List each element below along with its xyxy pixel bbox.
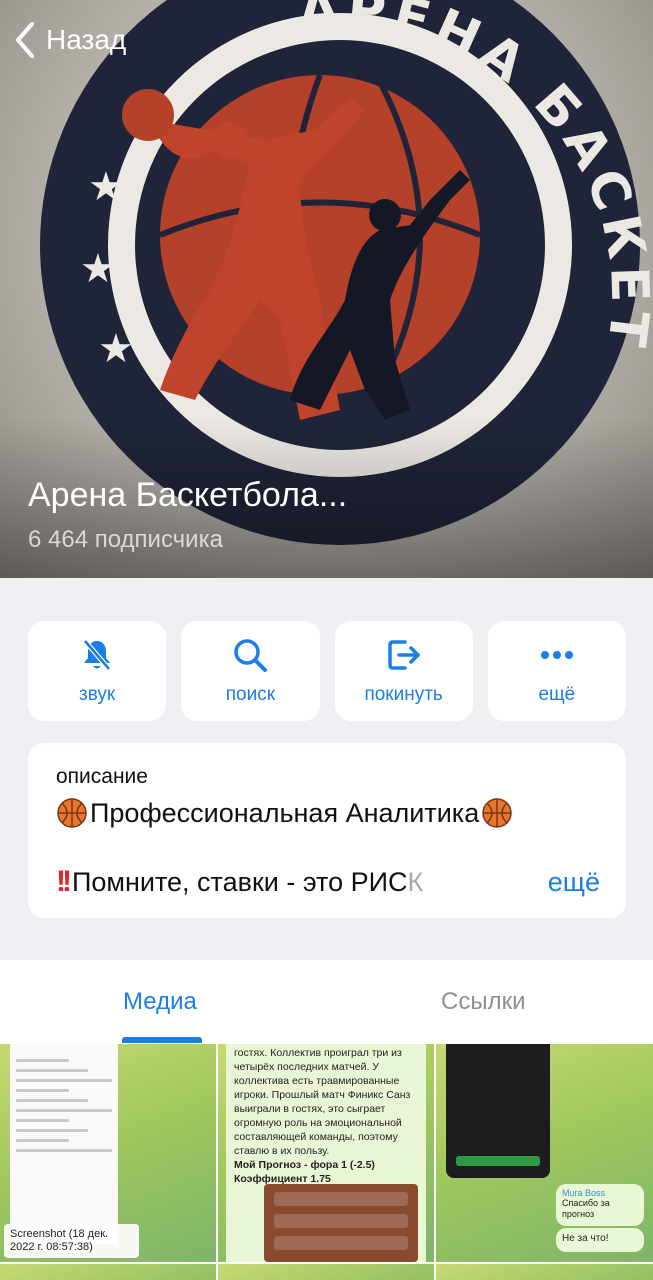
action-bar: звук поиск покинуть ещё bbox=[28, 621, 626, 721]
back-button[interactable]: Назад bbox=[12, 18, 126, 62]
chat-reply: Не за что! bbox=[556, 1228, 644, 1252]
search-label: поиск bbox=[225, 684, 276, 705]
description-headline: Профессиональная Аналитика bbox=[90, 797, 480, 828]
tab-links[interactable]: Ссылки bbox=[441, 988, 526, 1016]
media-item-row2[interactable] bbox=[0, 1264, 216, 1280]
screenshot-caption: Screenshot (18 дек. 2022 г. 08:57:38) bbox=[4, 1224, 139, 1258]
media-grid: Screenshot (18 дек. 2022 г. 08:57:38) го… bbox=[0, 1044, 653, 1280]
description-fade: К bbox=[407, 866, 424, 897]
search-icon bbox=[234, 639, 268, 672]
chevron-left-icon bbox=[16, 22, 34, 58]
leave-label: покинуть bbox=[364, 684, 443, 705]
phone-screenshot-thumbnail bbox=[446, 1044, 550, 1178]
media-item[interactable]: гостях. Коллектив проиграл три из четырё… bbox=[218, 1044, 434, 1262]
search-button[interactable]: поиск bbox=[181, 621, 320, 721]
description-card: описание Профессиональная Аналитика !! П… bbox=[28, 743, 626, 918]
description-label: описание bbox=[56, 765, 148, 788]
mute-button[interactable]: звук bbox=[28, 621, 167, 721]
chat-author: Mura Boss bbox=[562, 1188, 606, 1198]
chat-bubble: Mura Boss Спасибо за прогноз bbox=[556, 1184, 644, 1226]
channel-header: ★ ★ ★ АРЕНА БАСКЕТБОЛА Назад Арена Баске… bbox=[0, 0, 653, 578]
double-exclamation-icon: !! bbox=[56, 865, 72, 898]
description-line-1: Профессиональная Аналитика bbox=[56, 797, 598, 829]
more-dots-icon bbox=[540, 651, 573, 659]
description-line-2: !! Помните, ставки - это РИС К bbox=[56, 865, 423, 899]
back-label: Назад bbox=[46, 24, 127, 55]
svg-text:★: ★ bbox=[88, 164, 124, 210]
receipt-thumbnail bbox=[10, 1044, 118, 1244]
media-item-row2[interactable] bbox=[218, 1264, 434, 1280]
bet-card-thumbnail bbox=[264, 1184, 418, 1262]
chat-message: Спасибо за прогноз bbox=[562, 1198, 610, 1219]
more-button[interactable]: ещё bbox=[487, 621, 626, 721]
svg-text:★: ★ bbox=[98, 326, 134, 372]
channel-title: Арена Баскетбола... bbox=[28, 476, 348, 514]
leave-icon bbox=[387, 640, 420, 670]
more-label: ещё bbox=[538, 684, 576, 705]
bell-slash-icon bbox=[83, 639, 112, 671]
active-tab-indicator bbox=[122, 1037, 202, 1043]
media-tabs: Медиа Ссылки bbox=[0, 960, 653, 1044]
media-item[interactable]: Screenshot (18 дек. 2022 г. 08:57:38) bbox=[0, 1044, 216, 1262]
tab-media[interactable]: Медиа bbox=[123, 988, 197, 1016]
basketball-icon bbox=[57, 798, 87, 828]
basketball-icon bbox=[482, 798, 512, 828]
subscriber-count: 6 464 подписчика bbox=[28, 526, 223, 553]
message-forecast: Мой Прогноз - фора 1 (-2.5) bbox=[234, 1159, 375, 1171]
description-more-link[interactable]: ещё bbox=[548, 867, 600, 898]
svg-text:★: ★ bbox=[80, 246, 116, 292]
message-text: гостях. Коллектив проиграл три из четырё… bbox=[234, 1047, 411, 1157]
leave-button[interactable]: покинуть bbox=[334, 621, 473, 721]
media-item-row2[interactable] bbox=[436, 1264, 653, 1280]
media-item[interactable]: Mura Boss Спасибо за прогноз Не за что! bbox=[436, 1044, 653, 1262]
mute-label: звук bbox=[79, 684, 116, 705]
description-warning: Помните, ставки - это РИС bbox=[71, 866, 408, 897]
